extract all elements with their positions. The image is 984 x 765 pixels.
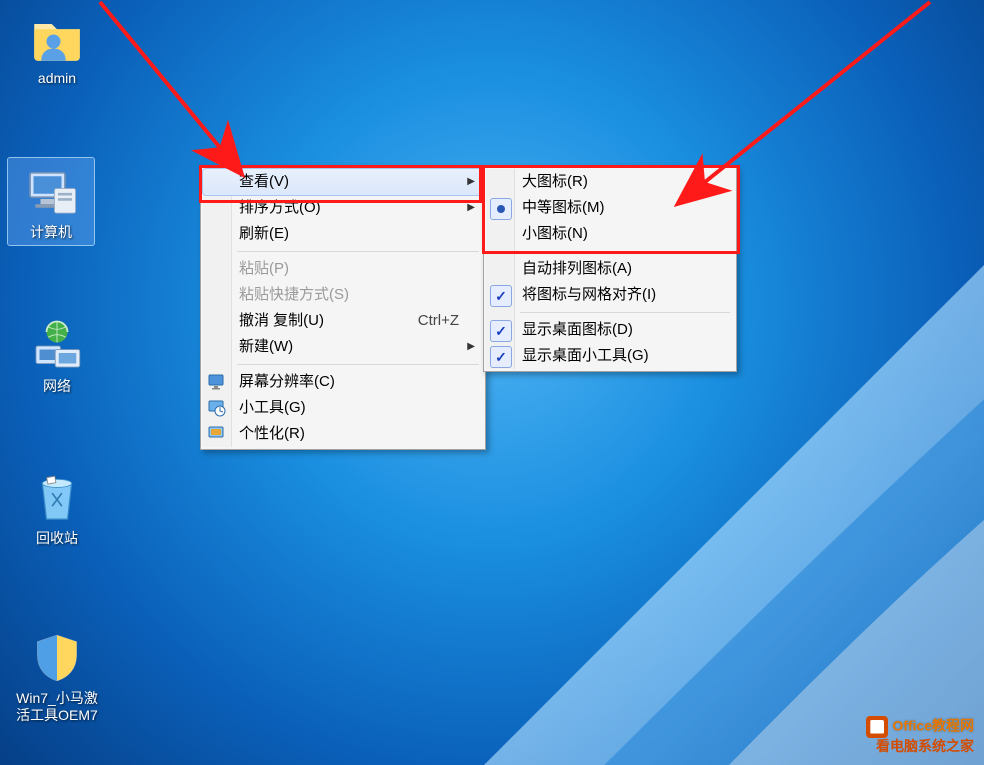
desktop-icon-recycle-bin[interactable]: 回收站 xyxy=(14,470,100,547)
desktop-icon-label: 回收站 xyxy=(14,530,100,547)
watermark-line2: 看电脑系统之家 xyxy=(866,738,974,756)
menu-separator xyxy=(520,251,730,252)
submenu-item-small-icons[interactable]: 小图标(N) xyxy=(486,221,734,247)
menu-item-view[interactable]: 查看(V) ▶ xyxy=(203,169,483,195)
menu-item-refresh[interactable]: 刷新(E) xyxy=(203,221,483,247)
menu-item-paste-shortcut: 粘贴快捷方式(S) xyxy=(203,282,483,308)
desktop-icon-label: 网络 xyxy=(14,378,100,395)
menu-item-label: 大图标(R) xyxy=(522,173,588,190)
desktop-background[interactable]: admin 计算机 xyxy=(0,0,984,765)
menu-item-shortcut: Ctrl+Z xyxy=(418,308,459,334)
menu-item-label: 小图标(N) xyxy=(522,225,588,242)
radio-selected-icon xyxy=(490,198,512,220)
submenu-item-align-to-grid[interactable]: ✓ 将图标与网格对齐(I) xyxy=(486,282,734,308)
desktop-context-menu: 查看(V) ▶ 排序方式(O) ▶ 刷新(E) 粘贴(P) 粘贴快捷方式(S) … xyxy=(200,166,486,450)
check-icon: ✓ xyxy=(490,320,512,342)
submenu-item-medium-icons[interactable]: 中等图标(M) xyxy=(486,195,734,221)
desktop-icon-admin[interactable]: admin xyxy=(14,10,100,87)
submenu-arrow-icon: ▶ xyxy=(467,195,475,221)
menu-item-label: 个性化(R) xyxy=(239,425,305,442)
submenu-arrow-icon: ▶ xyxy=(467,169,475,195)
user-folder-icon xyxy=(29,10,85,66)
submenu-item-show-gadgets[interactable]: ✓ 显示桌面小工具(G) xyxy=(486,343,734,369)
menu-item-label: 新建(W) xyxy=(239,338,293,355)
menu-item-screen-resolution[interactable]: 屏幕分辨率(C) xyxy=(203,369,483,395)
submenu-item-large-icons[interactable]: 大图标(R) xyxy=(486,169,734,195)
personalize-icon xyxy=(207,424,227,444)
menu-item-paste: 粘贴(P) xyxy=(203,256,483,282)
menu-item-sort-by[interactable]: 排序方式(O) ▶ xyxy=(203,195,483,221)
menu-item-label: 显示桌面图标(D) xyxy=(522,321,633,338)
check-icon: ✓ xyxy=(490,285,512,307)
menu-item-gadgets[interactable]: 小工具(G) xyxy=(203,395,483,421)
desktop-icon-label: admin xyxy=(14,70,100,87)
menu-item-label: 自动排列图标(A) xyxy=(522,260,632,277)
menu-item-label: 中等图标(M) xyxy=(522,199,605,216)
menu-item-undo-copy[interactable]: 撤消 复制(U) Ctrl+Z xyxy=(203,308,483,334)
menu-separator xyxy=(237,364,479,365)
menu-item-new[interactable]: 新建(W) ▶ xyxy=(203,334,483,360)
menu-separator xyxy=(520,312,730,313)
submenu-item-auto-arrange[interactable]: 自动排列图标(A) xyxy=(486,256,734,282)
submenu-item-show-desktop-icons[interactable]: ✓ 显示桌面图标(D) xyxy=(486,317,734,343)
menu-item-label: 粘贴快捷方式(S) xyxy=(239,286,349,303)
gadgets-icon xyxy=(207,398,227,418)
menu-item-label: 刷新(E) xyxy=(239,225,289,242)
office-logo-icon xyxy=(866,716,888,738)
desktop-icon-computer[interactable]: 计算机 xyxy=(8,158,94,245)
watermark: Office教程网 看电脑系统之家 xyxy=(866,716,974,756)
menu-item-label: 屏幕分辨率(C) xyxy=(239,373,335,390)
desktop-icon-label: Win7_小马激活工具OEM7 xyxy=(10,690,104,724)
menu-item-label: 撤消 复制(U) xyxy=(239,312,324,329)
submenu-arrow-icon: ▶ xyxy=(467,334,475,360)
menu-item-label: 查看(V) xyxy=(239,173,289,190)
watermark-line1: Office教程网 xyxy=(892,717,974,733)
recycle-bin-icon xyxy=(29,470,85,526)
desktop-icon-label: 计算机 xyxy=(8,224,94,241)
view-submenu: 大图标(R) 中等图标(M) 小图标(N) 自动排列图标(A) ✓ 将图标与网格… xyxy=(483,166,737,372)
menu-item-label: 显示桌面小工具(G) xyxy=(522,347,649,364)
menu-item-label: 将图标与网格对齐(I) xyxy=(522,286,656,303)
computer-icon xyxy=(23,164,79,220)
menu-separator xyxy=(237,251,479,252)
network-icon xyxy=(29,318,85,374)
screen-resolution-icon xyxy=(207,372,227,392)
menu-item-label: 排序方式(O) xyxy=(239,199,321,216)
desktop-icon-activator[interactable]: Win7_小马激活工具OEM7 xyxy=(10,630,104,724)
menu-item-personalize[interactable]: 个性化(R) xyxy=(203,421,483,447)
check-icon: ✓ xyxy=(490,346,512,368)
menu-item-label: 粘贴(P) xyxy=(239,260,289,277)
menu-item-label: 小工具(G) xyxy=(239,399,306,416)
desktop-icon-network[interactable]: 网络 xyxy=(14,318,100,395)
shield-icon xyxy=(29,630,85,686)
